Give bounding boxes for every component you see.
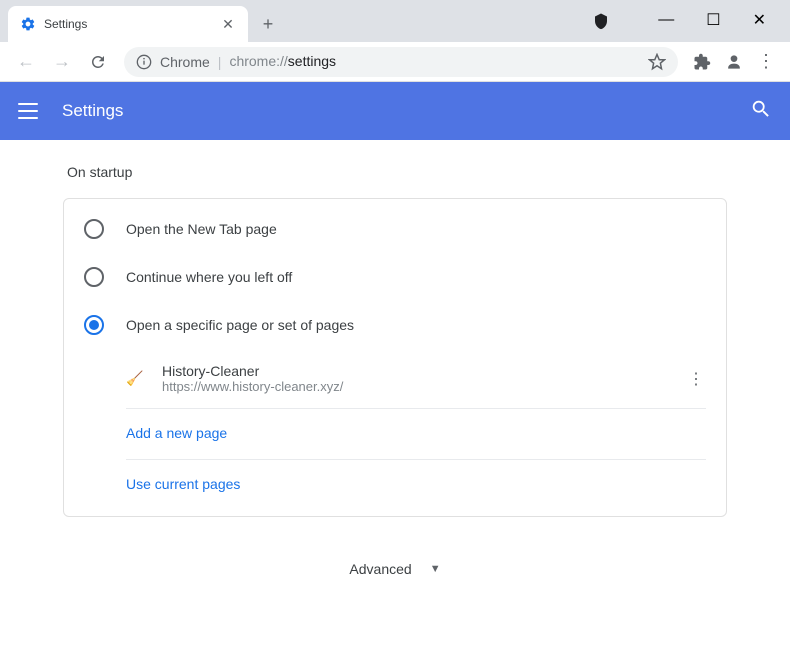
radio-option-continue[interactable]: Continue where you left off: [84, 253, 706, 301]
url-prefix: chrome://: [229, 53, 287, 69]
profile-button[interactable]: [720, 48, 748, 76]
tab-title: Settings: [44, 17, 212, 31]
info-icon: [136, 54, 152, 70]
radio-icon: [84, 315, 104, 335]
arrow-right-icon: →: [53, 51, 71, 72]
startup-page-entry: 🧹 History-Cleaner https://www.history-cl…: [126, 349, 706, 409]
bookmark-star-icon[interactable]: [648, 53, 666, 71]
puzzle-icon: [693, 53, 711, 71]
maximize-icon[interactable]: ☐: [706, 10, 720, 30]
radio-label: Open the New Tab page: [126, 221, 277, 237]
address-bar[interactable]: Chrome | chrome://settings: [124, 47, 678, 77]
page-favicon-icon: 🧹: [126, 370, 144, 388]
close-window-icon[interactable]: ✕: [753, 10, 766, 30]
kebab-icon: ⋮: [688, 371, 704, 388]
radio-icon: [84, 267, 104, 287]
chevron-down-icon: ▼: [430, 563, 441, 575]
use-current-row[interactable]: Use current pages: [126, 460, 706, 510]
advanced-label: Advanced: [349, 561, 411, 577]
page-title: Settings: [62, 101, 123, 121]
back-button[interactable]: ←: [10, 46, 42, 78]
shield-icon[interactable]: [592, 12, 610, 30]
radio-label: Continue where you left off: [126, 269, 292, 285]
reload-icon: [89, 53, 107, 71]
entry-url: https://www.history-cleaner.xyz/: [162, 379, 668, 394]
browser-toolbar: ← → Chrome | chrome://settings ⋮: [0, 42, 790, 82]
url-path: settings: [288, 53, 336, 69]
reload-button[interactable]: [82, 46, 114, 78]
kebab-icon: ⋮: [757, 51, 775, 72]
settings-content: On startup Open the New Tab page Continu…: [0, 140, 790, 667]
search-settings-button[interactable]: [750, 98, 772, 125]
add-page-link: Add a new page: [126, 425, 227, 441]
add-page-row[interactable]: Add a new page: [126, 409, 706, 460]
plus-icon: +: [263, 14, 274, 35]
window-controls: — ☐ ✕: [658, 0, 790, 40]
radio-label: Open a specific page or set of pages: [126, 317, 354, 333]
chrome-scheme-label: Chrome: [160, 54, 210, 70]
hamburger-menu-button[interactable]: [18, 103, 38, 119]
chrome-menu-button[interactable]: ⋮: [752, 48, 780, 76]
person-icon: [724, 52, 744, 72]
settings-header: Settings: [0, 82, 790, 140]
radio-option-specific-pages[interactable]: Open a specific page or set of pages: [84, 301, 706, 349]
arrow-left-icon: ←: [17, 51, 35, 72]
search-icon: [750, 98, 772, 120]
radio-option-new-tab[interactable]: Open the New Tab page: [84, 205, 706, 253]
close-tab-icon[interactable]: ✕: [220, 16, 236, 33]
startup-card: Open the New Tab page Continue where you…: [63, 198, 727, 517]
browser-tab[interactable]: Settings ✕: [8, 6, 248, 42]
forward-button[interactable]: →: [46, 46, 78, 78]
advanced-toggle[interactable]: Advanced ▼: [63, 561, 727, 577]
omnibox-divider: |: [218, 54, 222, 70]
section-title: On startup: [63, 164, 727, 180]
entry-title: History-Cleaner: [162, 363, 668, 379]
settings-gear-icon: [20, 16, 36, 32]
extensions-button[interactable]: [688, 48, 716, 76]
entry-menu-button[interactable]: ⋮: [686, 369, 706, 389]
minimize-icon[interactable]: —: [658, 11, 674, 29]
new-tab-button[interactable]: +: [254, 10, 282, 38]
use-current-link: Use current pages: [126, 476, 240, 492]
radio-icon: [84, 219, 104, 239]
